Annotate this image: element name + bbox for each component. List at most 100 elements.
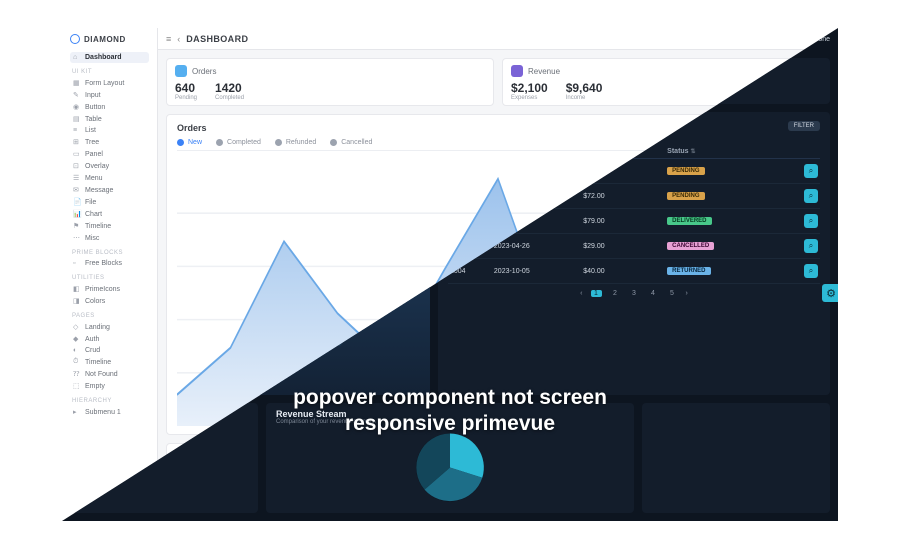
sidebar-item-misc[interactable]: ⋯ Misc xyxy=(70,232,149,244)
theme-config-button[interactable]: ⚙ xyxy=(822,284,838,302)
sidebar-item-label: Colors xyxy=(85,298,105,305)
revenue-pie-chart xyxy=(390,425,510,510)
sidebar-item-icon: ⁇ xyxy=(73,370,81,378)
sidebar-item-chart[interactable]: 📊 Chart xyxy=(70,208,149,220)
sidebar-item-label: Misc xyxy=(85,235,99,242)
kpi-title: Revenue xyxy=(528,67,560,76)
cell-status: CANCELLED xyxy=(665,234,779,259)
page-title: DASHBOARD xyxy=(186,34,248,44)
tab-dot-icon xyxy=(177,139,184,146)
pager-page[interactable]: 3 xyxy=(629,290,640,297)
sidebar-item-file[interactable]: 📄File xyxy=(70,196,149,208)
sidebar-item-menu[interactable]: ☰Menu xyxy=(70,172,149,184)
pager-page[interactable]: 2 xyxy=(610,290,621,297)
sidebar-item-timeline[interactable]: ⏱Timeline xyxy=(70,356,149,368)
row-search-button[interactable]: ⌕ xyxy=(804,164,818,178)
sidebar-item-crud[interactable]: ◐ Crud xyxy=(70,345,149,356)
orders-tab-refunded[interactable]: Refunded xyxy=(275,139,316,146)
sidebar-item-label: File xyxy=(85,199,96,206)
sidebar-item-landing[interactable]: ◇Landing xyxy=(70,321,149,333)
cell-amount: $29.00 xyxy=(581,234,665,259)
pager-page[interactable]: 1 xyxy=(591,290,602,297)
tab-label: Completed xyxy=(227,139,261,146)
sidebar-item-dashboard[interactable]: ⌂Dashboard xyxy=(70,52,149,63)
cell-date: 2023-10-05 xyxy=(492,259,581,284)
sidebar-item-icon: ⊞ xyxy=(73,138,81,146)
sidebar-item-overlay[interactable]: ⊡Overlay xyxy=(70,160,149,172)
sidebar-item-colors[interactable]: ◨Colors xyxy=(70,295,149,307)
orders-tab-new[interactable]: New xyxy=(177,139,202,146)
sidebar-item-icon: ✎ xyxy=(73,91,81,99)
sidebar-item-label: Input xyxy=(85,92,101,99)
pager-prev[interactable]: ‹ xyxy=(580,290,582,297)
orders-tab-cancelled[interactable]: Cancelled xyxy=(330,139,372,146)
topbar: ≡ ‹ DASHBOARD xyxy=(158,28,838,50)
sidebar-item-icon: ⊡ xyxy=(73,162,81,170)
kpi-sublabel: Pending xyxy=(175,95,197,101)
pager-page[interactable]: 5 xyxy=(667,290,678,297)
kpi-value: $9,640 xyxy=(566,81,603,95)
sidebar-item-icon: 📊 xyxy=(73,210,81,218)
sidebar-item-table[interactable]: ▤Table xyxy=(70,113,149,125)
sidebar-item-timeline[interactable]: ⚑ Timeline xyxy=(70,220,149,232)
tab-dot-icon xyxy=(275,139,282,146)
orders-tab-completed[interactable]: Completed xyxy=(216,139,261,146)
sidebar-item-icon: ⚑ xyxy=(73,222,81,230)
sidebar-item-auth[interactable]: ◆Auth xyxy=(70,333,149,345)
pager-page[interactable]: 4 xyxy=(648,290,659,297)
sidebar-item-icon: ▫ xyxy=(73,260,81,267)
kpi-sublabel: Expenses xyxy=(511,95,548,101)
sidebar-item-label: PrimeIcons xyxy=(85,286,120,293)
table-header[interactable] xyxy=(780,145,820,159)
sidebar-item-label: Auth xyxy=(85,336,99,343)
sidebar-item-tree[interactable]: ⊞Tree xyxy=(70,136,149,148)
cell-amount: $40.00 xyxy=(581,259,665,284)
sidebar-item-icon: ☰ xyxy=(73,174,81,182)
sidebar-item-list[interactable]: ≡List xyxy=(70,125,149,136)
sidebar-item-label: Crud xyxy=(85,347,100,354)
sort-icon: ⇅ xyxy=(691,149,696,155)
menu-toggle-icon[interactable]: ≡ xyxy=(166,34,171,44)
sidebar-item-label: Landing xyxy=(85,324,110,331)
pagination: ‹ 1 2 3 4 5 › xyxy=(448,290,820,297)
sidebar-item-form-layout[interactable]: ▦Form Layout xyxy=(70,77,149,89)
sidebar-item-icon: ◐ xyxy=(73,347,81,354)
sidebar: DIAMOND ⌂DashboardUI KIT▦Form Layout✎Inp… xyxy=(62,28,158,521)
sidebar-item-icon: ◉ xyxy=(73,103,81,111)
sidebar-item-icon: ◧ xyxy=(73,285,81,293)
overlay-caption: popover component not screen responsive … xyxy=(62,385,838,438)
row-search-button[interactable]: ⌕ xyxy=(804,239,818,253)
table-header[interactable]: Status ⇅ xyxy=(665,145,779,159)
tab-label: New xyxy=(188,139,202,146)
col-label: Status xyxy=(667,148,688,155)
sidebar-item-message[interactable]: ✉Message xyxy=(70,184,149,196)
sidebar-item-label: Timeline xyxy=(85,223,111,230)
pager-next[interactable]: › xyxy=(686,290,688,297)
sidebar-item-label: Chart xyxy=(85,211,102,218)
sidebar-item-free-blocks[interactable]: ▫Free Blocks xyxy=(70,258,149,269)
sidebar-group-label: PRIME BLOCKS xyxy=(72,250,149,256)
sidebar-item-icon: ▭ xyxy=(73,150,81,158)
back-icon[interactable]: ‹ xyxy=(177,34,180,44)
status-badge: CANCELLED xyxy=(667,242,714,250)
sidebar-item-input[interactable]: ✎ Input xyxy=(70,89,149,101)
sidebar-group-label: UTILITIES xyxy=(72,275,149,281)
sidebar-item-icon: ▤ xyxy=(73,115,81,123)
status-badge: RETURNED xyxy=(667,267,710,275)
tab-dot-icon xyxy=(330,139,337,146)
sidebar-nav: ⌂DashboardUI KIT▦Form Layout✎Input◉Butto… xyxy=(70,52,149,418)
row-search-button[interactable]: ⌕ xyxy=(804,264,818,278)
sidebar-item-primeicons[interactable]: ◧ PrimeIcons xyxy=(70,283,149,295)
row-search-button[interactable]: ⌕ xyxy=(804,214,818,228)
sidebar-item-label: Not Found xyxy=(85,371,118,378)
sidebar-item-panel[interactable]: ▭Panel xyxy=(70,148,149,160)
sidebar-item-button[interactable]: ◉Button xyxy=(70,101,149,113)
row-search-button[interactable]: ⌕ xyxy=(804,189,818,203)
kpi-value: 1420 xyxy=(215,81,244,95)
kpi-sublabel: Completed xyxy=(215,95,244,101)
filter-button[interactable]: FILTER xyxy=(788,121,820,131)
kpi-title: Orders xyxy=(192,67,216,76)
brand: DIAMOND xyxy=(70,34,149,44)
sidebar-item-not-found[interactable]: ⁇ Not Found xyxy=(70,368,149,380)
sidebar-item-icon: ⋯ xyxy=(73,234,81,242)
